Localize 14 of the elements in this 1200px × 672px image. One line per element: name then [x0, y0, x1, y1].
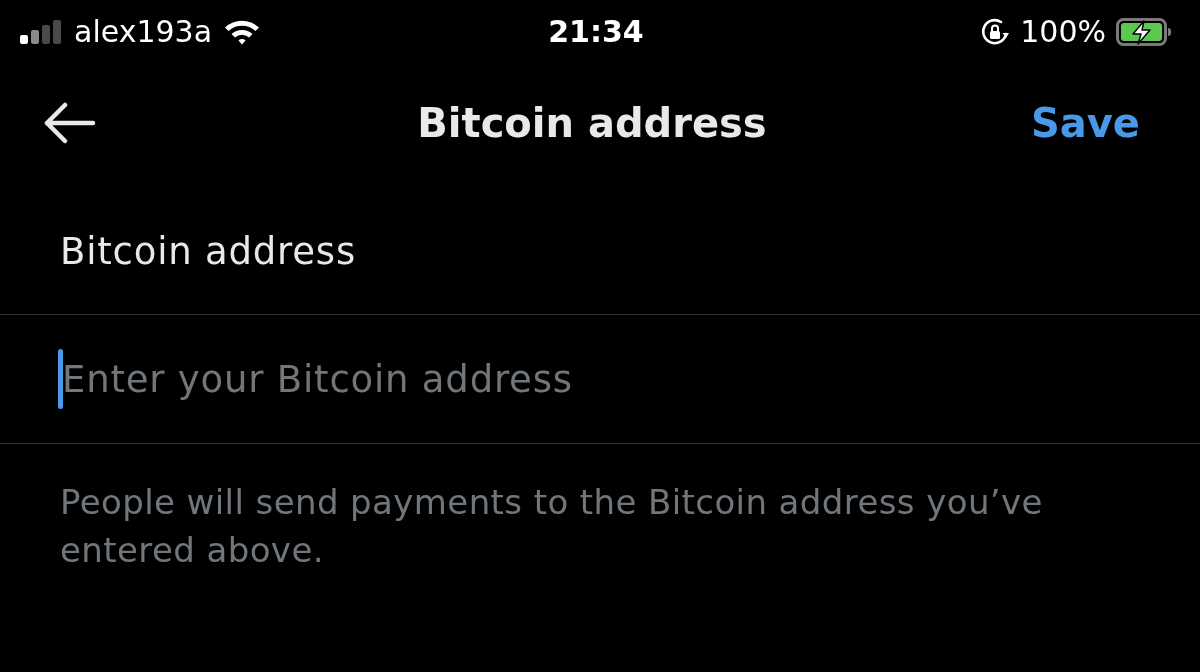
helper-text: People will send payments to the Bitcoin address you’ve entered above. [60, 481, 1044, 572]
back-arrow-icon [44, 102, 96, 144]
carrier-name: alex193a [74, 14, 213, 50]
signal-bars-icon [20, 20, 62, 44]
input-field[interactable]: Enter your Bitcoin address [62, 349, 1140, 409]
field-label: Bitcoin address [60, 229, 356, 273]
battery-percentage: 100% [1020, 14, 1106, 50]
save-button[interactable]: Save [1031, 100, 1140, 146]
clock-time: 21:34 [548, 14, 644, 50]
back-button[interactable] [44, 102, 96, 144]
page-title: Bitcoin address [417, 100, 767, 146]
rotation-lock-icon [980, 17, 1011, 47]
wifi-icon [224, 19, 261, 45]
battery-charging-icon [1116, 18, 1172, 46]
